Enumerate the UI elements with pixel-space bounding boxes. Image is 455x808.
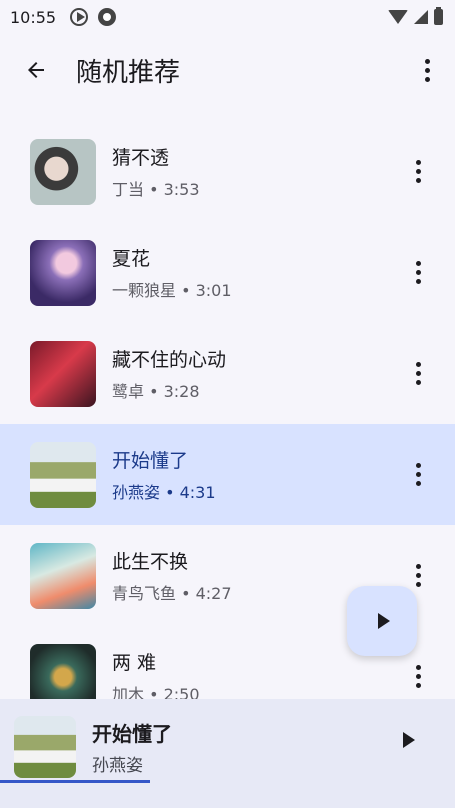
- song-title: 藏不住的心动: [112, 349, 227, 371]
- more-vert-icon: [415, 665, 421, 688]
- more-vert-icon: [415, 362, 421, 385]
- play-icon: [377, 613, 390, 629]
- more-vert-icon: [424, 58, 430, 82]
- play-icon: [402, 732, 415, 748]
- song-more-button[interactable]: [403, 354, 433, 394]
- album-cover: [30, 239, 96, 306]
- album-cover: [30, 643, 96, 699]
- song-more-button[interactable]: [403, 253, 433, 293]
- now-playing-artist: 孙燕姿: [92, 755, 143, 776]
- signal-icon: [414, 10, 428, 24]
- more-vert-icon: [415, 564, 421, 587]
- song-text: 藏不住的心动 鹭卓 • 3:28: [112, 345, 226, 402]
- battery-icon: [434, 7, 443, 25]
- album-cover: [30, 138, 96, 205]
- song-title: 开始懂了: [112, 450, 189, 472]
- song-row[interactable]: 夏花 一颗狼星 • 3:01: [0, 222, 455, 323]
- album-cover: [30, 542, 96, 609]
- page-title: 随机推荐: [76, 57, 181, 88]
- playback-progress-fill: [0, 780, 151, 783]
- now-playing-title: 开始懂了: [92, 721, 172, 746]
- more-vert-icon: [415, 261, 421, 284]
- more-vert-icon: [415, 463, 421, 486]
- mini-player[interactable]: 开始懂了 孙燕姿: [0, 699, 455, 808]
- song-more-button[interactable]: [403, 657, 433, 697]
- song-text: 两 难 加木 • 2:50: [112, 648, 200, 699]
- song-meta: 青鸟飞鱼 • 4:27: [112, 584, 232, 603]
- album-cover: [30, 340, 96, 407]
- status-bar: 10:55: [0, 0, 455, 34]
- album-cover: [30, 441, 96, 508]
- song-row-active[interactable]: 开始懂了 孙燕姿 • 4:31: [0, 424, 455, 525]
- wifi-icon: [388, 10, 408, 24]
- overflow-menu-button[interactable]: [407, 46, 447, 94]
- status-indicators: [388, 7, 443, 25]
- song-title: 此生不换: [112, 551, 189, 573]
- playback-progress[interactable]: [0, 780, 455, 783]
- song-more-button[interactable]: [403, 455, 433, 495]
- song-meta: 一颗狼星 • 3:01: [112, 281, 232, 300]
- play-circle-icon: [70, 8, 89, 26]
- now-playing-text: 开始懂了 孙燕姿: [92, 718, 172, 776]
- shuffle-play-fab[interactable]: [347, 586, 417, 656]
- status-time: 10:55: [10, 7, 57, 27]
- song-text: 此生不换 青鸟飞鱼 • 4:27: [112, 547, 232, 604]
- song-meta: 加木 • 2:50: [112, 685, 200, 699]
- song-text: 夏花 一颗狼星 • 3:01: [112, 244, 232, 301]
- song-row[interactable]: 藏不住的心动 鹭卓 • 3:28: [0, 323, 455, 424]
- song-text: 猜不透 丁当 • 3:53: [112, 143, 200, 200]
- now-playing-cover: [14, 715, 76, 778]
- song-meta: 孙燕姿 • 4:31: [112, 483, 216, 502]
- song-meta: 丁当 • 3:53: [112, 180, 200, 199]
- song-title: 两 难: [112, 652, 157, 674]
- song-text: 开始懂了 孙燕姿 • 4:31: [112, 446, 216, 503]
- back-arrow-icon: [28, 62, 44, 78]
- song-title: 猜不透: [112, 147, 170, 169]
- song-title: 夏花: [112, 248, 151, 270]
- more-vert-icon: [415, 160, 421, 183]
- mini-play-button[interactable]: [389, 725, 425, 755]
- song-row[interactable]: 猜不透 丁当 • 3:53: [0, 121, 455, 222]
- back-button[interactable]: [8, 42, 64, 98]
- song-more-button[interactable]: [403, 152, 433, 192]
- record-icon: [98, 8, 117, 26]
- song-meta: 鹭卓 • 3:28: [112, 382, 200, 401]
- app-bar: 随机推荐: [0, 34, 455, 106]
